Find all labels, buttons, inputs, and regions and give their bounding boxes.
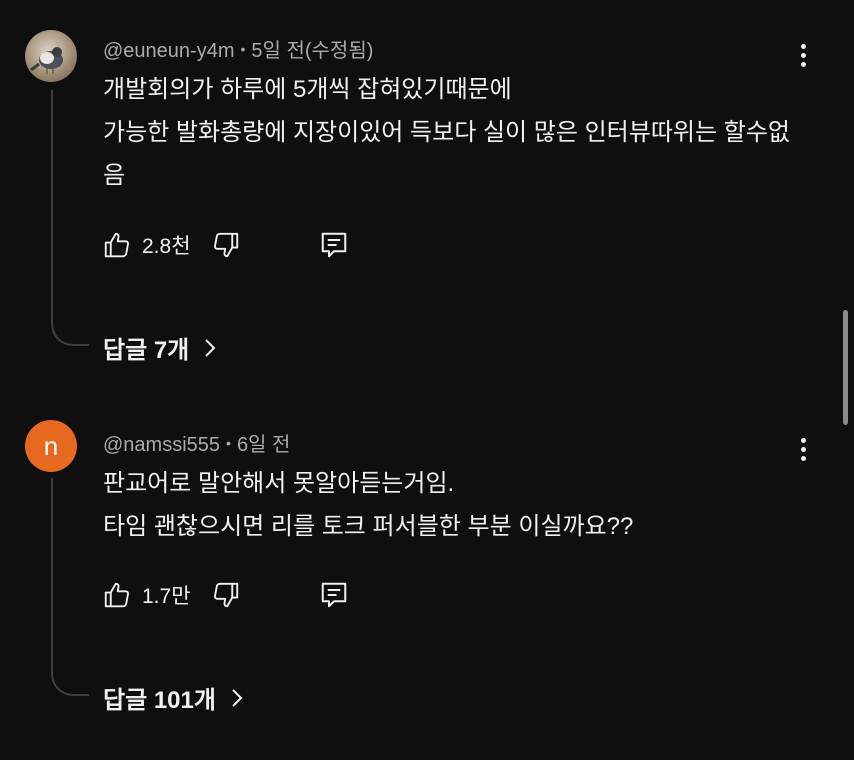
comments-page: @euneun-y4m • 5일 전(수정됨) 개발회의가 하루에 5개씩 잡혀있기… bbox=[0, 0, 854, 760]
comment-meta: @euneun-y4m • 5일 전(수정됨) bbox=[103, 34, 373, 63]
meta-separator: • bbox=[240, 41, 246, 57]
comment-text: 판교어로 말안해서 못알아듣는거임. 타임 괜찮으시면 리를 토크 퍼서블한 부… bbox=[103, 470, 634, 540]
like-count: 1.7만 bbox=[142, 585, 191, 608]
comment-author[interactable]: @namssi555 bbox=[103, 434, 220, 456]
comment-author[interactable]: @euneun-y4m bbox=[103, 40, 234, 62]
comment-actions: 2.8천 bbox=[100, 225, 351, 265]
meta-separator: • bbox=[226, 435, 231, 451]
like-count: 2.8천 bbox=[142, 235, 191, 258]
bird-photo-icon bbox=[30, 47, 63, 74]
thumbs-up-icon[interactable] bbox=[100, 228, 134, 262]
avatar[interactable] bbox=[25, 30, 77, 82]
comment-meta: @namssi555 • 6일 전 bbox=[103, 428, 290, 457]
replies-toggle[interactable]: 답글 7개 bbox=[103, 330, 217, 365]
comment-time: 5일 전(수정됨) bbox=[251, 40, 374, 62]
comment-reply-icon[interactable] bbox=[317, 578, 351, 612]
replies-toggle[interactable]: 답글 101개 bbox=[103, 680, 244, 715]
more-vertical-icon[interactable] bbox=[786, 432, 820, 466]
comment-time: 6일 전 bbox=[236, 434, 291, 456]
chevron-right-icon bbox=[230, 687, 244, 709]
replies-label: 답글 101개 bbox=[103, 687, 216, 714]
thumbs-up-icon[interactable] bbox=[100, 578, 134, 612]
more-vertical-icon[interactable] bbox=[786, 38, 820, 72]
comment-text: 개발회의가 하루에 5개씩 잡혀있기때문에 가능한 발화총량에 지장이있어 득보… bbox=[103, 76, 790, 189]
scrollbar[interactable] bbox=[843, 310, 848, 425]
thread-line bbox=[51, 90, 89, 346]
replies-label: 답글 7개 bbox=[103, 337, 190, 364]
thumbs-down-icon[interactable] bbox=[209, 578, 243, 612]
thumbs-down-icon[interactable] bbox=[209, 228, 243, 262]
chevron-right-icon bbox=[203, 337, 217, 359]
comment-actions: 1.7만 bbox=[100, 575, 351, 615]
thread-line bbox=[51, 478, 89, 696]
avatar[interactable]: n bbox=[25, 420, 77, 472]
comment-reply-icon[interactable] bbox=[317, 228, 351, 262]
